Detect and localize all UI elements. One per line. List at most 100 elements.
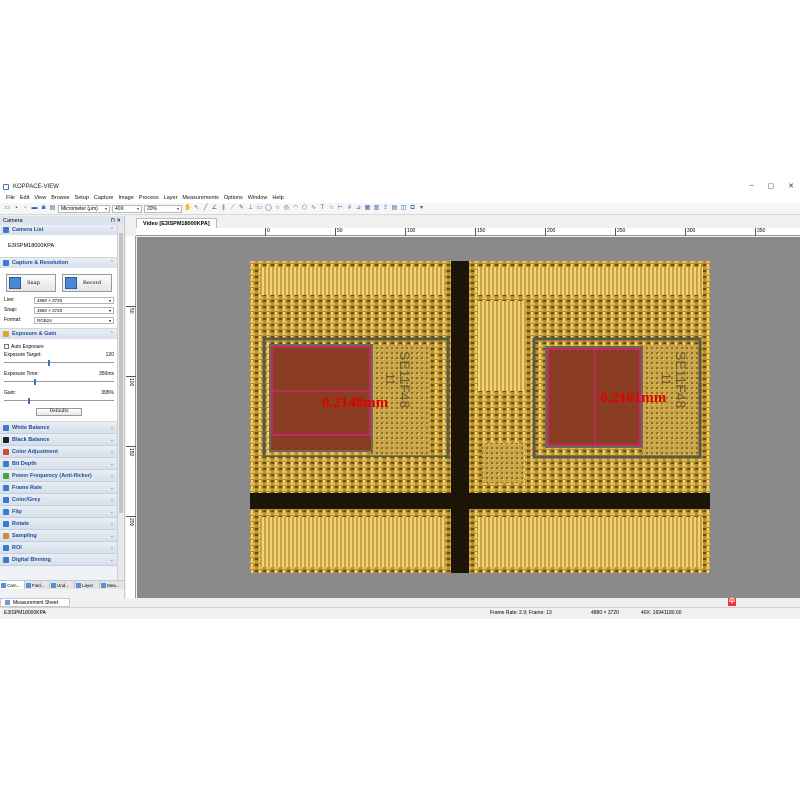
section-frame-rate[interactable]: Frame Rate ⌄	[0, 482, 118, 494]
report-icon[interactable]: ▥	[373, 205, 380, 212]
panel-tab-0[interactable]: Cam...	[0, 581, 25, 589]
exposure-header[interactable]: Exposure & Gain ⌃	[0, 329, 118, 339]
defaults-button[interactable]: Defaults	[36, 408, 82, 416]
expand-icon[interactable]: ⌄	[110, 497, 114, 503]
menu-capture[interactable]: Capture	[94, 195, 114, 201]
polyline-icon[interactable]: ⟋	[229, 205, 236, 212]
menu-window[interactable]: Window	[248, 195, 268, 201]
expand-icon[interactable]: ⌄	[110, 461, 114, 467]
panel-tab-3[interactable]: Layer	[75, 581, 100, 589]
vertical-icon[interactable]: ⊥	[247, 205, 254, 212]
tab-video[interactable]: Video [E3ISPM18000KPA]	[136, 218, 217, 228]
menu-measurements[interactable]: Measurements	[182, 195, 218, 201]
zoom-select[interactable]: 20% ▾	[144, 204, 182, 213]
sheet-icon[interactable]: ▤	[391, 205, 398, 212]
collapse-icon[interactable]: ⌃	[110, 227, 114, 233]
section-roi[interactable]: ROI ⌄	[0, 542, 118, 554]
calibrate-icon[interactable]: ⊿	[355, 205, 362, 212]
gain-knob[interactable]	[28, 398, 31, 404]
ime-icon[interactable]: 中	[728, 598, 736, 606]
more-icon[interactable]: ▾	[418, 205, 425, 212]
angle-icon[interactable]: ∠	[211, 205, 218, 212]
scale-bar-icon[interactable]: ⊢	[337, 205, 344, 212]
maximize-button[interactable]: ▢	[768, 182, 775, 190]
export-icon[interactable]: ⇪	[382, 205, 389, 212]
magnification-select[interactable]: 40X ▾	[112, 204, 142, 213]
camera-list-item[interactable]: E3ISPM18000KPA	[0, 235, 118, 257]
copy-icon[interactable]: ⧉	[409, 205, 416, 212]
expand-icon[interactable]: ⌄	[110, 485, 114, 491]
auto-exposure-checkbox[interactable]: Auto Exposure	[4, 342, 114, 351]
panel-scrollbar[interactable]	[117, 225, 124, 580]
expand-icon[interactable]: ⌄	[110, 425, 114, 431]
arc-icon[interactable]: ◠	[292, 205, 299, 212]
live-resolution-select[interactable]: 4880 × 3720 ▾	[34, 296, 114, 304]
pen-icon[interactable]: ✎	[238, 205, 245, 212]
menu-setup[interactable]: Setup	[75, 195, 89, 201]
section-rotate[interactable]: Rotate ⌄	[0, 518, 118, 530]
menu-layer[interactable]: Layer	[164, 195, 178, 201]
section-color-grey[interactable]: Color/Grey ⌄	[0, 494, 118, 506]
polygon-icon[interactable]: ⬡	[301, 205, 308, 212]
folder-icon[interactable]: ▬	[31, 205, 38, 212]
expand-icon[interactable]: ⌄	[110, 437, 114, 443]
section-white-balance[interactable]: White Balance ⌄	[0, 422, 118, 434]
exposure-time-slider[interactable]	[4, 379, 114, 385]
close-button[interactable]: ✕	[788, 182, 794, 190]
camera-list-header[interactable]: Camera List ⌃	[0, 225, 118, 235]
counter-icon[interactable]: #	[346, 205, 353, 212]
measurement-sheet-tab[interactable]: Measurement Sheet	[0, 598, 70, 607]
menu-help[interactable]: Help	[272, 195, 283, 201]
grid-icon[interactable]: ▦	[364, 205, 371, 212]
gain-slider[interactable]	[4, 398, 114, 404]
arrow-icon[interactable]: ↖	[193, 205, 200, 212]
expand-icon[interactable]: ⌄	[110, 473, 114, 479]
section-power-frequency-anti-flicker[interactable]: Power Frequency (Anti-flicker) ⌄	[0, 470, 118, 482]
capture-header[interactable]: Capture & Resolution ⌃	[0, 258, 118, 268]
line-icon[interactable]: ╱	[202, 205, 209, 212]
curve-icon[interactable]: ∿	[310, 205, 317, 212]
format-select[interactable]: RGB24 ▾	[34, 316, 114, 324]
panel-close-icon[interactable]: ✕	[116, 218, 121, 224]
measurement-label-left[interactable]: 0.2148mm	[322, 395, 389, 411]
text-icon[interactable]: T	[319, 205, 326, 212]
ellipse-icon[interactable]: ◯	[265, 205, 272, 212]
section-flip[interactable]: Flip ⌄	[0, 506, 118, 518]
expand-icon[interactable]: ⌄	[110, 509, 114, 515]
section-sampling[interactable]: Sampling ⌄	[0, 530, 118, 542]
save-all-icon[interactable]: ▫	[22, 205, 29, 212]
collapse-icon[interactable]: ⌃	[110, 331, 114, 337]
expand-icon[interactable]: ⌄	[110, 449, 114, 455]
record-button[interactable]: Record	[62, 274, 112, 292]
menu-options[interactable]: Options	[224, 195, 243, 201]
snap-button[interactable]: Snap	[6, 274, 56, 292]
measurement-label-right[interactable]: 0.2161mm	[600, 390, 667, 406]
expand-icon[interactable]: ⌄	[110, 521, 114, 527]
menu-edit[interactable]: Edit	[20, 195, 29, 201]
section-bit-depth[interactable]: Bit Depth ⌄	[0, 458, 118, 470]
scrollbar-thumb[interactable]	[119, 233, 123, 513]
minimize-button[interactable]: –	[750, 182, 754, 190]
snap-resolution-select[interactable]: 4880 × 3720 ▾	[34, 306, 114, 314]
collapse-icon[interactable]: ⌃	[110, 260, 114, 266]
rectangle-icon[interactable]: ▭	[256, 205, 263, 212]
panel-tab-2[interactable]: Und...	[50, 581, 75, 589]
section-digital-binning[interactable]: Digital Binning ⌄	[0, 554, 118, 566]
exposure-target-knob[interactable]	[48, 360, 50, 366]
menu-image[interactable]: Image	[118, 195, 133, 201]
menu-file[interactable]: File	[6, 195, 15, 201]
annulus-icon[interactable]: ◎	[283, 205, 290, 212]
menu-process[interactable]: Process	[139, 195, 159, 201]
camera-icon[interactable]: ◙	[40, 205, 47, 212]
menu-view[interactable]: View	[34, 195, 46, 201]
pin-icon[interactable]: ⊓	[111, 218, 115, 224]
open-icon[interactable]: ▭	[4, 205, 11, 212]
circle-icon[interactable]: ○	[274, 205, 281, 212]
expand-icon[interactable]: ⌄	[110, 557, 114, 563]
expand-icon[interactable]: ⌄	[110, 545, 114, 551]
star-icon[interactable]: ☆	[328, 205, 335, 212]
menu-browse[interactable]: Browse	[51, 195, 69, 201]
section-color-adjustment[interactable]: Color Adjustment ⌄	[0, 446, 118, 458]
save-icon[interactable]: ▪	[13, 205, 20, 212]
print-icon[interactable]: ▤	[49, 205, 56, 212]
